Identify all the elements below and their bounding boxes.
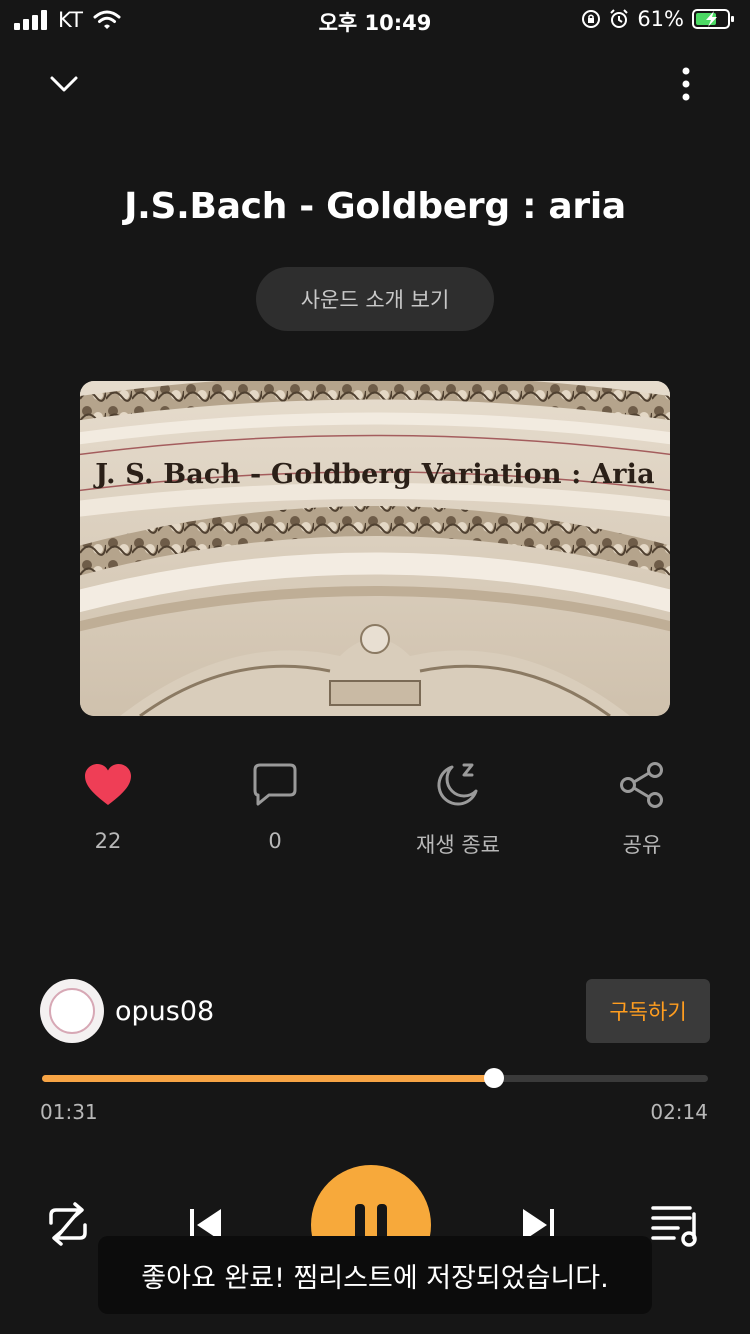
playlist-icon <box>651 1206 697 1247</box>
sound-intro-button[interactable]: 사운드 소개 보기 <box>256 267 494 331</box>
orientation-lock-icon <box>582 10 601 28</box>
playlist-button[interactable] <box>648 1198 706 1252</box>
current-time: 01:31 <box>40 1100 98 1124</box>
progress-bar[interactable] <box>42 1068 708 1088</box>
sleep-timer-button[interactable]: 재생 종료 <box>378 756 538 859</box>
alarm-icon <box>610 9 629 28</box>
share-button[interactable]: 공유 <box>562 756 722 859</box>
toast-message: 좋아요 완료! 찜리스트에 저장되었습니다. <box>98 1236 652 1314</box>
battery-percent: 61% <box>637 7 684 31</box>
like-button[interactable]: 22 <box>28 756 188 853</box>
chevron-down-icon <box>50 76 78 92</box>
comment-icon <box>253 763 297 806</box>
share-icon <box>620 762 663 808</box>
artwork-image <box>80 381 670 716</box>
status-bar: KT 오후 10:49 61% <box>0 0 750 44</box>
more-vertical-icon <box>682 67 690 101</box>
total-time: 02:14 <box>650 1100 708 1124</box>
track-artwork: J. S. Bach - Goldberg Variation : Aria <box>80 381 670 716</box>
action-row: 22 0 재생 종료 공유 <box>0 756 750 866</box>
artwork-caption: J. S. Bach - Goldberg Variation : Aria <box>95 459 655 490</box>
more-options-button[interactable] <box>662 60 710 108</box>
comment-count: 0 <box>268 829 282 853</box>
sleep-timer-label: 재생 종료 <box>416 833 500 857</box>
repeat-button[interactable] <box>40 1196 96 1252</box>
repeat-icon <box>49 1202 87 1246</box>
avatar-image <box>49 988 95 1034</box>
share-label: 공유 <box>622 833 662 857</box>
creator-info[interactable]: opus08 <box>40 979 214 1043</box>
comment-button[interactable]: 0 <box>195 756 355 853</box>
progress-fill <box>42 1075 495 1082</box>
collapse-button[interactable] <box>40 60 88 108</box>
track-title: J.S.Bach - Goldberg : aria <box>124 186 626 227</box>
battery-charging-icon <box>692 9 734 29</box>
like-count: 22 <box>94 829 122 853</box>
sleep-timer-icon <box>437 763 478 806</box>
subscribe-button[interactable]: 구독하기 <box>586 979 710 1043</box>
creator-name[interactable]: opus08 <box>115 996 214 1027</box>
avatar[interactable] <box>40 979 104 1043</box>
progress-handle[interactable] <box>484 1068 505 1088</box>
heart-icon <box>85 764 131 805</box>
